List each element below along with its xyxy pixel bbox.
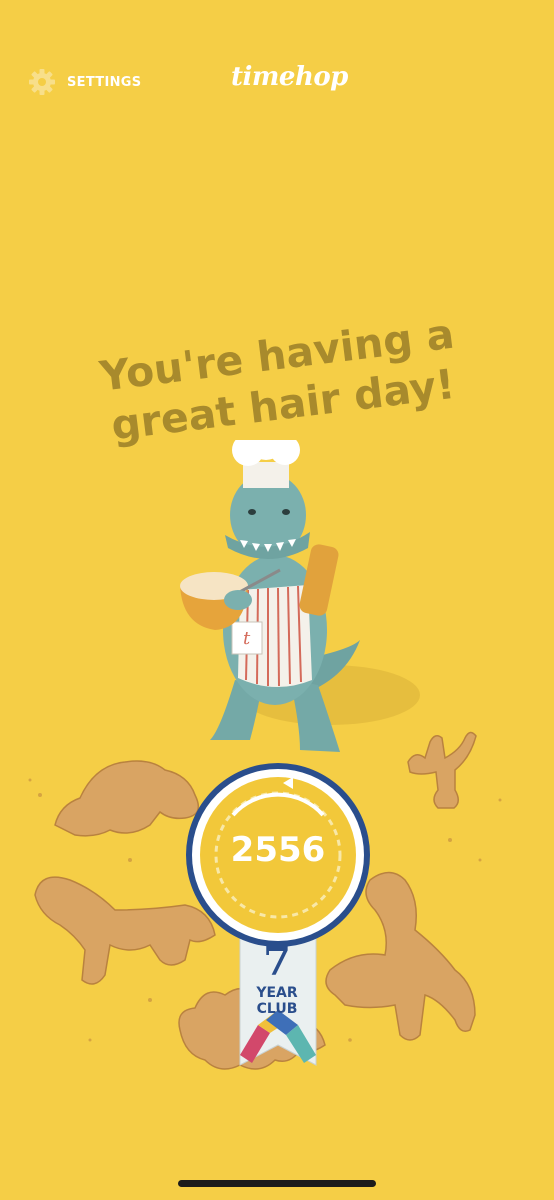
year-club-badge [186,763,370,1066]
badge-years: 7 [263,938,291,985]
dino-arm [224,590,252,610]
headline: You're having a great hair day! [65,305,494,455]
cookie-bone [407,731,477,809]
screen: SETTINGS timehop You're having a great h… [0,0,554,1200]
badge-club-line-1: YEAR [256,985,298,1001]
badge-club-line-2: CLUB [256,1001,298,1017]
chef-hat-band [243,462,289,488]
timehop-logo: timehop [231,62,348,92]
dino-eye-left [248,509,256,515]
settings-button[interactable]: SETTINGS [28,66,141,98]
chef-hat-puff-3 [270,440,300,465]
apron-logo: t [243,628,251,649]
badge-count: 2556 [230,830,326,870]
badge-club-label: YEAR CLUB [238,985,316,1017]
dino-eye-right [282,509,290,515]
gear-icon [29,69,55,95]
cookie-stegosaurus [54,760,200,837]
home-indicator[interactable] [178,1180,376,1187]
settings-label: SETTINGS [67,74,142,90]
